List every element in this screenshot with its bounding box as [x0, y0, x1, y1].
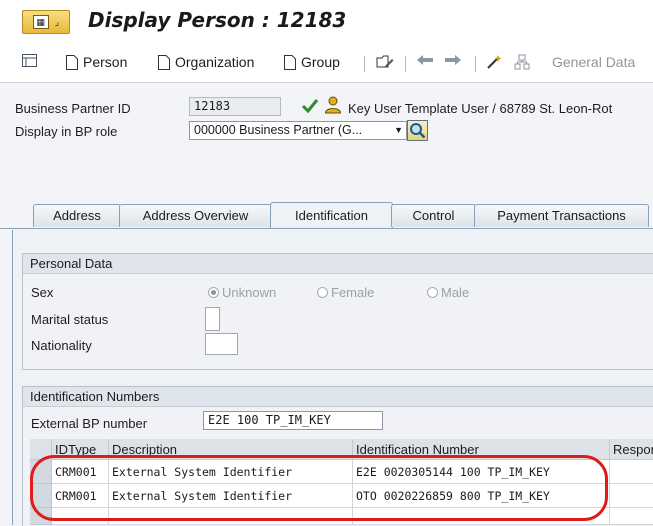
- tab-strip: Address Address Overview Identification …: [0, 196, 653, 229]
- nationality-field[interactable]: [205, 333, 238, 355]
- tab-address-overview-label: Address Overview: [142, 208, 249, 223]
- role-value: 000000 Business Partner (G...: [194, 123, 363, 137]
- create-group-button[interactable]: Group: [284, 54, 340, 70]
- sex-option-male: Male: [441, 285, 470, 300]
- create-organization-button[interactable]: Organization: [158, 54, 254, 70]
- table-cell-responsible[interactable]: [610, 484, 653, 508]
- where-used-button[interactable]: [486, 54, 504, 70]
- tab-control-label: Control: [412, 208, 455, 223]
- system-menu-button[interactable]: ▦ ⌟: [22, 10, 70, 34]
- page-title: Display Person : 12183: [88, 8, 347, 32]
- create-group-label: Group: [301, 54, 340, 70]
- external-bp-label: External BP number: [31, 416, 148, 431]
- nationality-label: Nationality: [31, 338, 92, 353]
- details-icon: [22, 54, 37, 67]
- tab-payment-transactions[interactable]: Payment Transactions: [474, 204, 649, 227]
- sex-radio-male[interactable]: Male: [427, 285, 469, 300]
- sex-option-female: Female: [331, 285, 375, 300]
- display-role-button[interactable]: [407, 120, 428, 141]
- personal-data-header: Personal Data: [23, 254, 653, 274]
- toolbar-separator: [364, 56, 365, 72]
- table-cell-responsible[interactable]: [610, 460, 653, 484]
- menu-icon: ▦: [32, 15, 49, 29]
- user-icon: [324, 96, 342, 114]
- marital-status-field[interactable]: [205, 307, 220, 331]
- sex-radio-unknown[interactable]: Unknown: [208, 285, 276, 300]
- display-change-button[interactable]: [376, 54, 394, 69]
- radio-selected-icon: [208, 287, 219, 298]
- check-icon: [301, 99, 319, 114]
- tab-identification[interactable]: Identification: [270, 202, 393, 228]
- radio-icon: [317, 287, 328, 298]
- bp-description: Key User Template User / 68789 St. Leon-…: [348, 101, 613, 116]
- highlight-annotation: [30, 455, 608, 521]
- create-person-button[interactable]: Person: [66, 54, 127, 70]
- tab-payment-transactions-label: Payment Transactions: [497, 208, 626, 223]
- marital-status-label: Marital status: [31, 312, 109, 327]
- next-button[interactable]: [444, 54, 462, 66]
- external-bp-field[interactable]: E2E 100 TP_IM_KEY: [203, 411, 383, 430]
- create-person-label: Person: [83, 54, 128, 70]
- bp-id-field[interactable]: 12183: [189, 97, 281, 116]
- relationships-button[interactable]: [514, 54, 530, 70]
- tab-control[interactable]: Control: [391, 204, 476, 227]
- document-icon: [66, 54, 78, 70]
- sex-option-unknown: Unknown: [222, 285, 277, 300]
- document-icon: [284, 54, 296, 70]
- details-button[interactable]: [22, 54, 37, 67]
- relationship-icon: [514, 54, 530, 70]
- bp-id-label: Business Partner ID: [15, 101, 131, 116]
- toolbar-separator: [475, 56, 476, 72]
- sex-label: Sex: [31, 285, 54, 300]
- application-toolbar: Person Organization Group General Data: [0, 44, 653, 83]
- forward-arrow-icon: [445, 55, 461, 65]
- toolbar-separator: [405, 56, 406, 72]
- table-cell-empty[interactable]: [610, 508, 653, 525]
- document-icon: [158, 54, 170, 70]
- tab-address[interactable]: Address: [33, 204, 121, 227]
- personal-data-group: Personal Data: [22, 253, 653, 370]
- previous-button[interactable]: [416, 54, 434, 66]
- identification-numbers-header: Identification Numbers: [23, 387, 653, 407]
- general-data-button[interactable]: General Data: [552, 54, 635, 70]
- title-bar: ▦ ⌟ Display Person : 12183: [0, 0, 653, 44]
- back-arrow-icon: [417, 55, 433, 65]
- search-icon: [410, 123, 426, 139]
- role-label: Display in BP role: [15, 124, 118, 139]
- chevron-down-icon: ⌟: [54, 16, 60, 28]
- pencil-toggle-icon: [376, 55, 394, 68]
- radio-icon: [427, 287, 438, 298]
- wand-icon: [487, 55, 502, 69]
- role-dropdown[interactable]: 000000 Business Partner (G... ▼: [189, 121, 407, 140]
- chevron-down-icon: ▼: [394, 125, 403, 135]
- general-data-label: General Data: [552, 54, 636, 70]
- tab-address-label: Address: [53, 208, 101, 223]
- create-organization-label: Organization: [175, 54, 255, 70]
- tab-address-overview[interactable]: Address Overview: [119, 204, 272, 227]
- column-header-responsible[interactable]: Respon: [610, 439, 653, 460]
- sex-radio-female[interactable]: Female: [317, 285, 374, 300]
- tab-identification-label: Identification: [295, 208, 368, 223]
